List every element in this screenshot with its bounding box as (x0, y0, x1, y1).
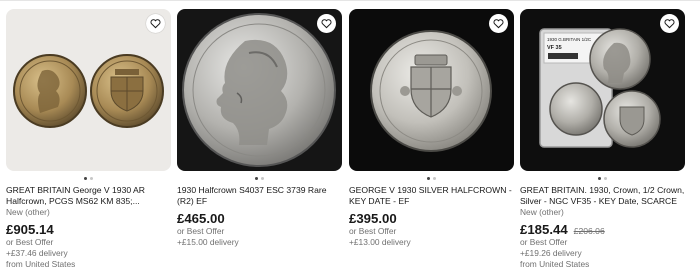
delivery-text: +£37.46 delivery (6, 248, 68, 258)
best-offer-text: or Best Offer (349, 226, 397, 236)
best-offer-text: or Best Offer (520, 237, 568, 247)
image-pagination-dots (177, 171, 342, 185)
dot (433, 176, 436, 180)
listing-title[interactable]: GREAT BRITAIN. 1930, Crown, 1/2 Crown, S… (520, 185, 685, 207)
listing-price: £395.00 (349, 211, 397, 226)
slabbed-coin-photo-icon (539, 28, 661, 148)
listing-title[interactable]: GEORGE V 1930 SILVER HALFCROWN - KEY DAT… (349, 185, 514, 207)
coin-pair-photo-icon (13, 54, 164, 128)
dot (90, 176, 93, 180)
listing-card[interactable]: 1930 G.BRITAIN 1/2C VF 35 GREAT BRITAIN.… (520, 9, 685, 273)
listing-card[interactable]: 1930 Halfcrown S4037 ESC 3739 Rare (R2) … (177, 9, 342, 273)
listing-condition: New (other) (520, 207, 564, 217)
image-pagination-dots (520, 171, 685, 185)
heart-icon (321, 19, 332, 29)
dot-active (84, 176, 87, 180)
heart-icon (150, 19, 161, 29)
location-text: from United States (6, 259, 76, 269)
listing-title[interactable]: GREAT BRITAIN George V 1930 AR Halfcrown… (6, 185, 171, 207)
listing-card[interactable]: GEORGE V 1930 SILVER HALFCROWN - KEY DAT… (349, 9, 514, 273)
coin-portrait-photo-icon (182, 13, 336, 167)
image-pagination-dots (349, 171, 514, 185)
dot-active (255, 176, 258, 180)
listing-title[interactable]: 1930 Halfcrown S4037 ESC 3739 Rare (R2) … (177, 185, 342, 207)
best-offer-text: or Best Offer (6, 237, 54, 247)
watch-heart-button[interactable] (660, 14, 679, 33)
watch-heart-button[interactable] (146, 14, 165, 33)
listing-price: £465.00 (177, 211, 225, 226)
watch-heart-button[interactable] (489, 14, 508, 33)
coin-shield-photo-icon (370, 30, 492, 152)
delivery-text: +£19.26 delivery (520, 248, 582, 258)
listing-image[interactable] (349, 9, 514, 171)
listing-card[interactable]: GREAT BRITAIN George V 1930 AR Halfcrown… (6, 9, 171, 273)
delivery-text: +£15.00 delivery (177, 237, 239, 247)
heart-icon (493, 19, 504, 29)
listing-condition: New (other) (6, 207, 50, 217)
image-pagination-dots (6, 171, 171, 185)
listing-price: £905.14 (6, 222, 54, 237)
slab-grade: VF 35 (547, 45, 562, 51)
best-offer-text: or Best Offer (177, 226, 225, 236)
listing-image[interactable]: 1930 G.BRITAIN 1/2C VF 35 (520, 9, 685, 171)
slab-label: 1930 G.BRITAIN 1/2C (547, 37, 592, 42)
listing-grid: GREAT BRITAIN George V 1930 AR Halfcrown… (6, 9, 696, 273)
listing-image[interactable] (6, 9, 171, 171)
dot (604, 176, 607, 180)
heart-icon (664, 19, 675, 29)
dot-active (427, 176, 430, 180)
watch-heart-button[interactable] (317, 14, 336, 33)
listing-image[interactable] (177, 9, 342, 171)
dot-active (598, 176, 601, 180)
location-text: from United States (520, 259, 590, 269)
dot (261, 176, 264, 180)
listing-was-price: £206.06 (573, 226, 605, 236)
delivery-text: +£13.00 delivery (349, 237, 411, 247)
top-divider (0, 0, 700, 1)
listing-price: £185.44 (520, 222, 568, 237)
